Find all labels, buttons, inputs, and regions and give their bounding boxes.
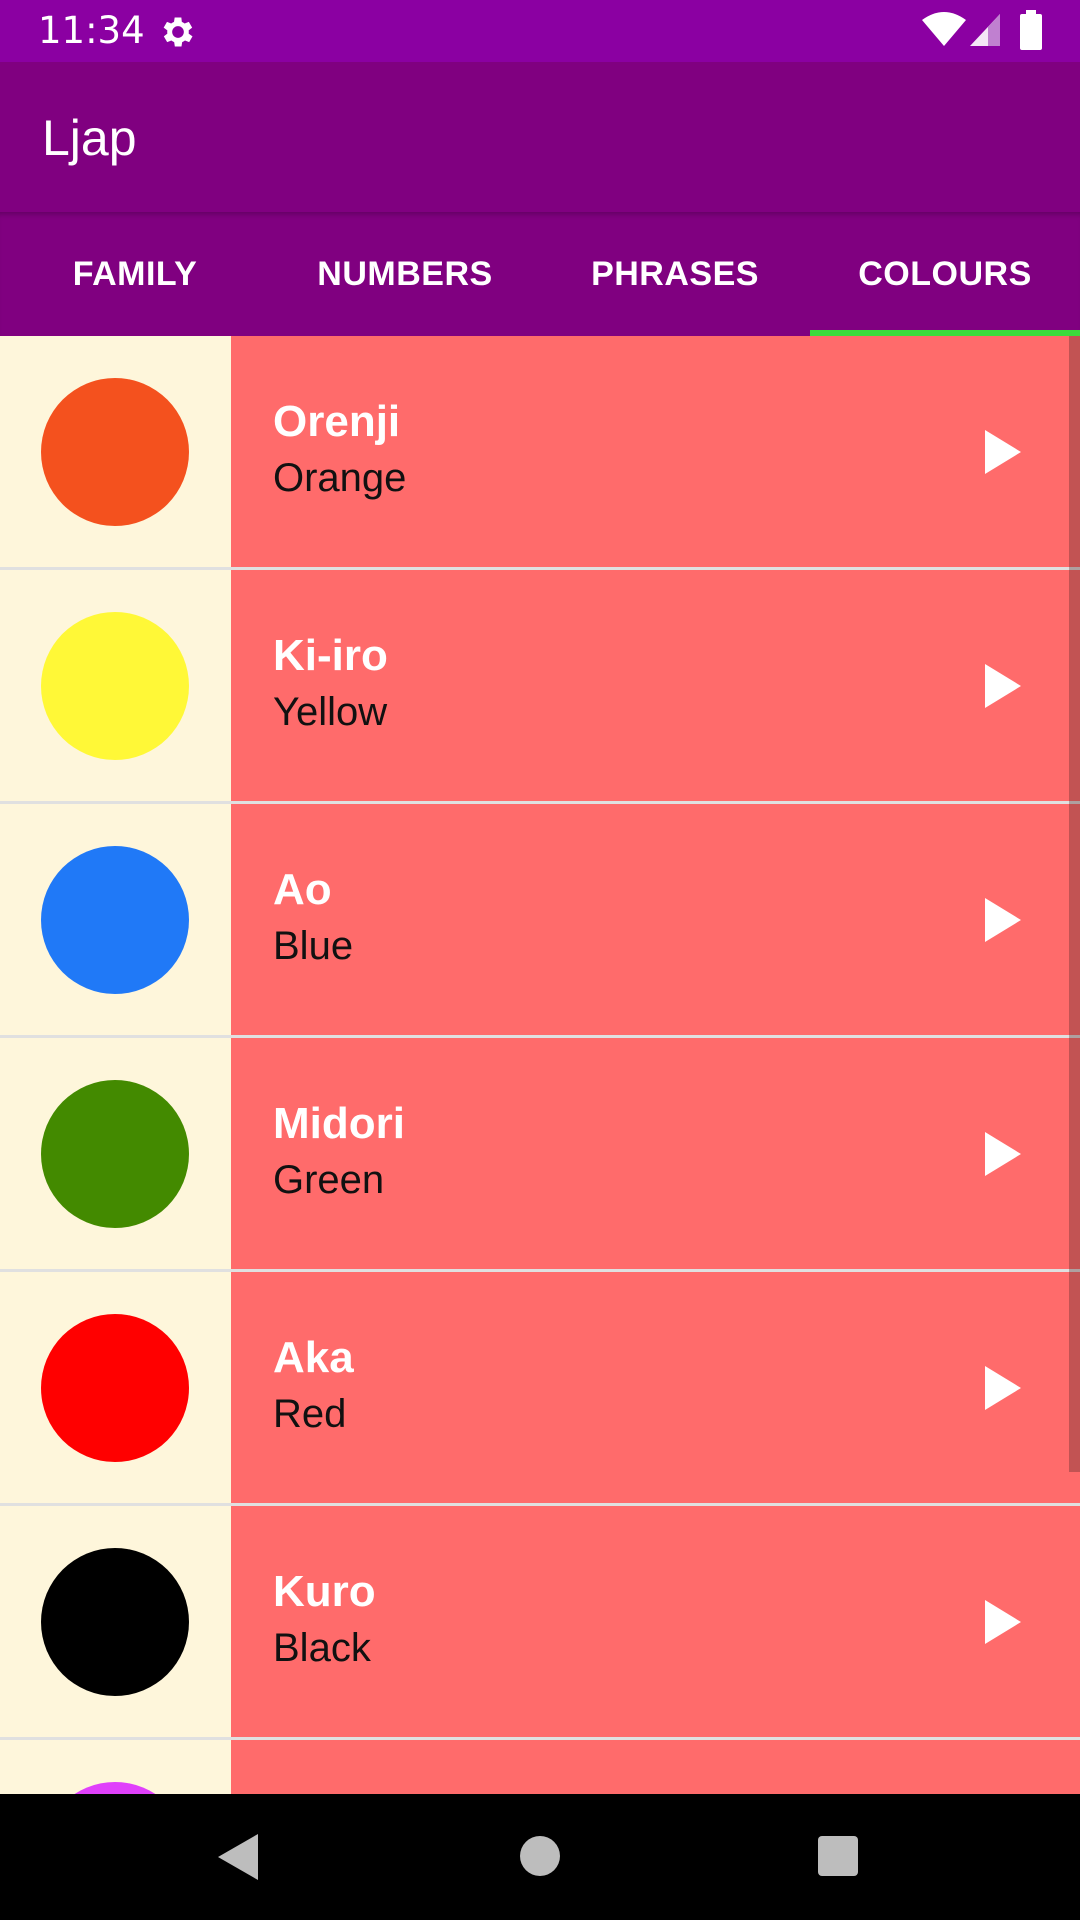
text-cell: Aka Red (231, 1272, 1080, 1503)
swatch-cell (0, 1272, 231, 1503)
tab-colours[interactable]: COLOURS (810, 212, 1080, 336)
list-item[interactable]: Ao Blue (0, 804, 1080, 1038)
wifi-icon (922, 12, 966, 46)
gear-icon (163, 17, 193, 47)
colour-swatch (41, 1548, 189, 1696)
tab-bar: FAMILY NUMBERS PHRASES COLOURS (0, 212, 1080, 336)
swatch-cell (0, 1038, 231, 1269)
swatch-cell (0, 1740, 231, 1794)
translation-label: Red (273, 1392, 347, 1436)
play-icon[interactable] (983, 1130, 1023, 1178)
text-cell: Ki-iro Yellow (231, 570, 1080, 801)
colour-swatch (41, 1782, 189, 1794)
list-item[interactable]: Midori Green (0, 1038, 1080, 1272)
list-item[interactable]: Ki-iro Yellow (0, 570, 1080, 804)
list-item[interactable] (0, 1740, 1080, 1794)
app-title: Ljap (42, 110, 137, 166)
text-cell: Ao Blue (231, 804, 1080, 1035)
back-icon[interactable] (216, 1832, 260, 1882)
list-item[interactable]: Orenji Orange (0, 336, 1080, 570)
play-icon[interactable] (983, 1364, 1023, 1412)
play-icon[interactable] (983, 662, 1023, 710)
word-label: Ki-iro (273, 631, 388, 680)
translation-label: Orange (273, 456, 407, 500)
app-bar: Ljap (0, 62, 1080, 212)
colour-swatch (41, 378, 189, 526)
tab-phrases[interactable]: PHRASES (540, 212, 810, 336)
word-label: Ao (273, 865, 332, 914)
play-icon[interactable] (983, 896, 1023, 944)
text-cell (231, 1740, 1080, 1794)
word-label: Midori (273, 1099, 405, 1148)
recents-icon[interactable] (818, 1836, 858, 1876)
colour-swatch (41, 846, 189, 994)
word-label: Aka (273, 1333, 354, 1382)
colour-swatch (41, 1080, 189, 1228)
list-item[interactable]: Kuro Black (0, 1506, 1080, 1740)
word-label: Orenji (273, 397, 401, 446)
text-cell: Kuro Black (231, 1506, 1080, 1737)
swatch-cell (0, 804, 231, 1035)
translation-label: Black (273, 1626, 371, 1670)
translation-label: Green (273, 1158, 385, 1202)
swatch-cell (0, 570, 231, 801)
swatch-cell (0, 1506, 231, 1737)
swatch-cell (0, 336, 231, 567)
nav-bar (0, 1794, 1080, 1920)
text-cell: Orenji Orange (231, 336, 1080, 567)
status-bar: 11:34 (0, 0, 1080, 62)
translation-label: Blue (273, 924, 354, 968)
battery-icon (1020, 10, 1042, 50)
status-time: 11:34 (38, 9, 145, 52)
colour-swatch (41, 612, 189, 760)
colour-swatch (41, 1314, 189, 1462)
tab-family[interactable]: FAMILY (0, 212, 270, 336)
translation-label: Yellow (273, 690, 388, 734)
list-item[interactable]: Aka Red (0, 1272, 1080, 1506)
tab-numbers[interactable]: NUMBERS (270, 212, 540, 336)
word-label: Kuro (273, 1567, 376, 1616)
signal-icon (970, 14, 1000, 46)
scrollbar[interactable] (1069, 336, 1080, 1472)
play-icon[interactable] (983, 428, 1023, 476)
colour-list[interactable]: Orenji Orange Ki-iro Yellow Ao Blue Mido… (0, 336, 1080, 1794)
home-icon[interactable] (520, 1836, 560, 1876)
play-icon[interactable] (983, 1598, 1023, 1646)
text-cell: Midori Green (231, 1038, 1080, 1269)
